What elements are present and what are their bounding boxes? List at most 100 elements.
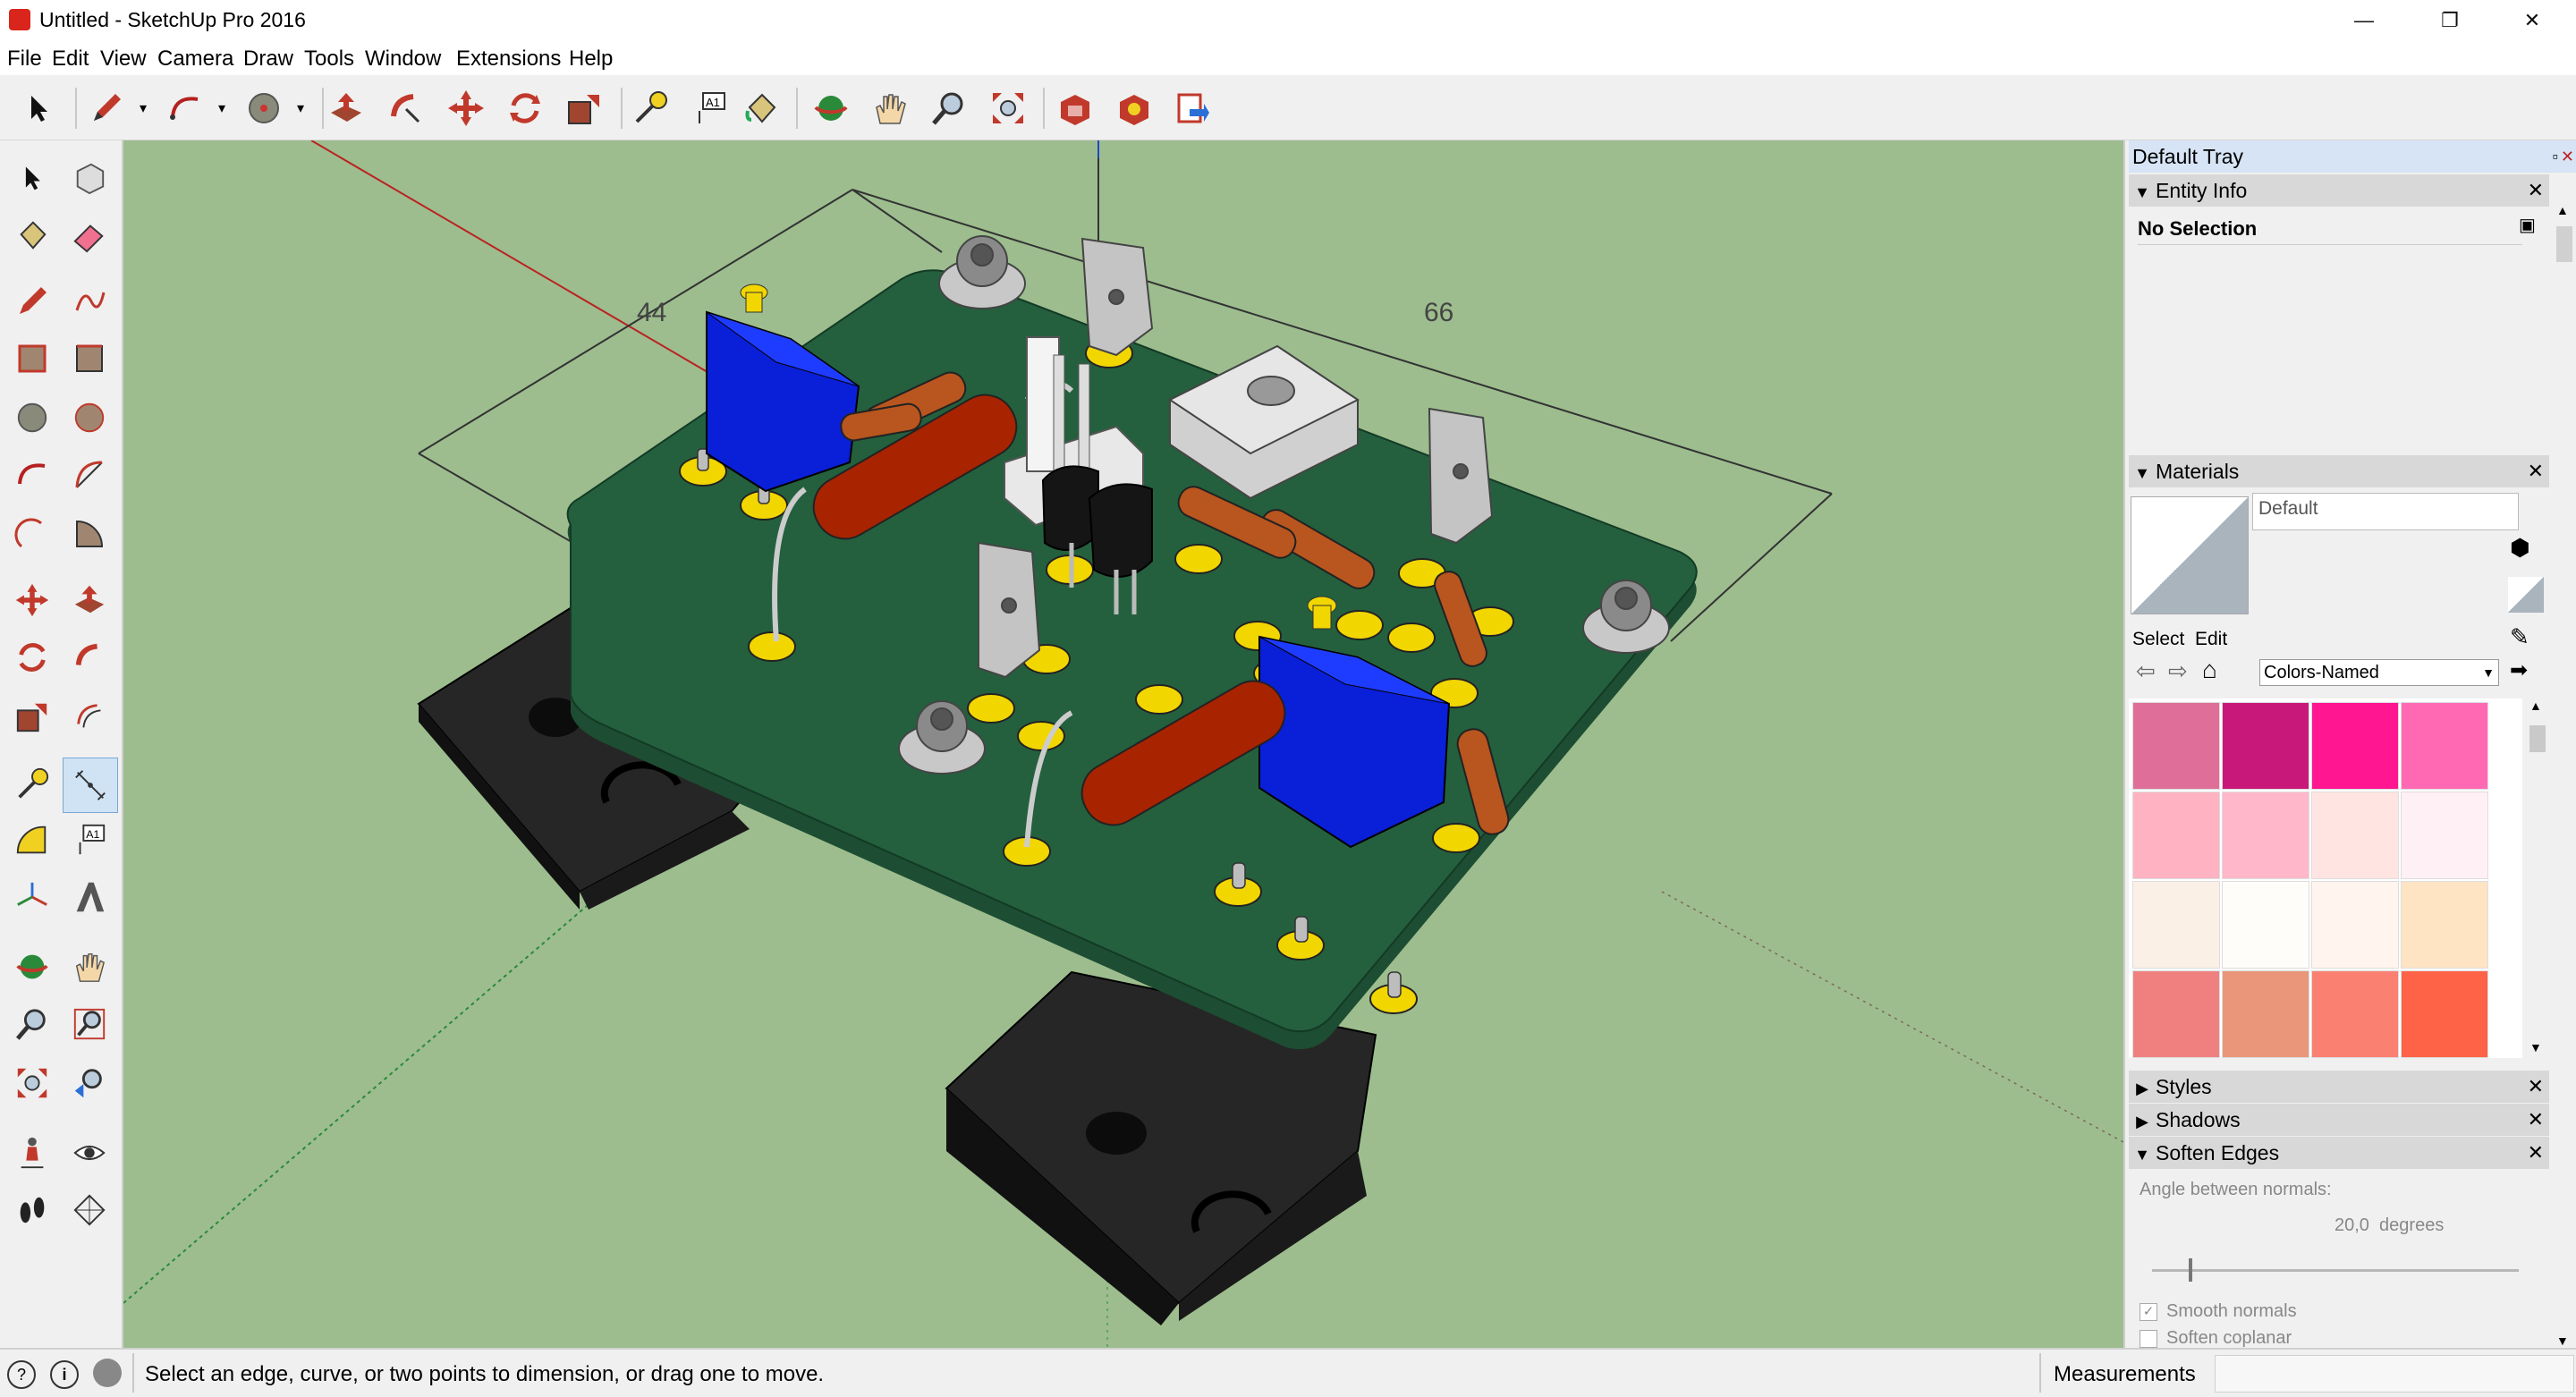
geo-location-icon[interactable]: ? bbox=[7, 1360, 36, 1389]
offset-icon[interactable] bbox=[63, 690, 116, 743]
dimension-icon[interactable] bbox=[63, 758, 118, 813]
menu-camera[interactable]: Camera bbox=[157, 45, 233, 73]
freehand-icon[interactable] bbox=[63, 275, 116, 328]
orbit-icon[interactable] bbox=[807, 84, 855, 132]
forward-arrow-icon[interactable]: ⇨ bbox=[2168, 657, 2188, 685]
home-icon[interactable]: ⌂ bbox=[2202, 656, 2217, 684]
material-swatch[interactable] bbox=[2401, 792, 2488, 879]
select-icon[interactable] bbox=[14, 84, 63, 132]
pan-icon[interactable] bbox=[63, 940, 116, 994]
circle-icon[interactable] bbox=[240, 84, 288, 132]
chevron-up-icon[interactable]: ▲ bbox=[2556, 203, 2569, 217]
restore-button[interactable]: ❐ bbox=[2415, 0, 2485, 41]
arc-icon[interactable] bbox=[161, 84, 209, 132]
material-swatch[interactable] bbox=[2311, 970, 2399, 1058]
menu-window[interactable]: Window bbox=[365, 45, 441, 73]
zoom-window-icon[interactable] bbox=[63, 997, 116, 1051]
materials-header[interactable]: ▼ Materials ✕ bbox=[2129, 455, 2549, 487]
chevron-down-icon[interactable]: ▾ bbox=[290, 84, 311, 132]
paint-bucket-icon[interactable] bbox=[737, 84, 785, 132]
make-component-icon[interactable] bbox=[63, 151, 116, 205]
material-swatch[interactable] bbox=[2132, 881, 2220, 969]
close-button[interactable]: ✕ bbox=[2497, 0, 2567, 41]
axes-icon[interactable] bbox=[5, 870, 59, 924]
material-swatch[interactable] bbox=[2401, 702, 2488, 790]
material-name-field[interactable]: Default bbox=[2252, 493, 2519, 530]
menu-help[interactable]: Help bbox=[569, 45, 613, 73]
pan-icon[interactable] bbox=[866, 84, 914, 132]
three-point-arc-icon[interactable] bbox=[5, 507, 59, 561]
close-icon[interactable]: ✕ bbox=[2561, 140, 2574, 173]
rectangle-icon[interactable] bbox=[5, 332, 59, 385]
menu-extensions[interactable]: Extensions bbox=[456, 45, 561, 73]
follow-me-icon[interactable] bbox=[381, 84, 429, 132]
close-icon[interactable]: ✕ bbox=[2528, 174, 2544, 207]
push-pull-icon[interactable] bbox=[63, 573, 116, 627]
tape-measure-icon[interactable] bbox=[626, 84, 674, 132]
toggle-details-icon[interactable]: ▣ bbox=[2519, 214, 2542, 241]
material-swatch[interactable] bbox=[2132, 792, 2220, 879]
move-icon[interactable] bbox=[5, 573, 59, 627]
section-plane-icon[interactable] bbox=[63, 1183, 116, 1237]
model-viewport[interactable]: 44 66 bbox=[123, 140, 2123, 1348]
zoom-extents-icon[interactable] bbox=[984, 84, 1032, 132]
follow-me-icon[interactable] bbox=[63, 631, 116, 684]
soften-coplanar-checkbox[interactable] bbox=[2140, 1330, 2157, 1348]
pencil-icon[interactable] bbox=[82, 84, 131, 132]
back-arrow-icon[interactable]: ⇦ bbox=[2136, 657, 2156, 685]
select-icon[interactable] bbox=[5, 151, 59, 205]
position-camera-icon[interactable] bbox=[5, 1126, 59, 1180]
chevron-up-icon[interactable]: ▲ bbox=[2529, 698, 2542, 713]
previous-view-icon[interactable] bbox=[63, 1056, 116, 1110]
text-icon[interactable]: A1 bbox=[685, 84, 733, 132]
menu-tools[interactable]: Tools bbox=[304, 45, 354, 73]
material-swatch[interactable] bbox=[2401, 970, 2488, 1058]
paint-bucket-icon[interactable] bbox=[5, 208, 59, 262]
angle-slider[interactable] bbox=[2152, 1258, 2519, 1282]
menu-view[interactable]: View bbox=[100, 45, 147, 73]
zoom-extents-icon[interactable] bbox=[5, 1056, 59, 1110]
shadows-header[interactable]: ▶ Shadows ✕ bbox=[2129, 1104, 2549, 1136]
material-swatch[interactable] bbox=[2222, 970, 2309, 1058]
material-library-select[interactable]: Colors-Named ▼ bbox=[2259, 659, 2499, 686]
move-icon[interactable] bbox=[442, 84, 490, 132]
tray-scrollbar[interactable]: ▲ ▼ bbox=[2555, 203, 2574, 1348]
menu-file[interactable]: File bbox=[7, 45, 42, 73]
chevron-down-icon[interactable]: ▾ bbox=[132, 84, 154, 132]
warehouse-icon[interactable] bbox=[1050, 84, 1098, 132]
pin-icon[interactable]: ▫ bbox=[2553, 140, 2558, 173]
tab-edit[interactable]: Edit bbox=[2195, 629, 2227, 650]
eyedropper-icon[interactable]: ✎ bbox=[2510, 623, 2529, 651]
circle-icon[interactable] bbox=[5, 391, 59, 444]
user-account-icon[interactable] bbox=[93, 1359, 122, 1387]
pie-icon[interactable] bbox=[63, 507, 116, 561]
close-icon[interactable]: ✕ bbox=[2528, 1137, 2544, 1169]
material-swatch[interactable] bbox=[2311, 881, 2399, 969]
material-swatch[interactable] bbox=[2311, 702, 2399, 790]
walk-icon[interactable] bbox=[5, 1183, 59, 1237]
material-swatch[interactable] bbox=[2222, 792, 2309, 879]
minimize-button[interactable]: — bbox=[2329, 0, 2399, 41]
3d-text-icon[interactable] bbox=[63, 870, 116, 924]
pencil-icon[interactable] bbox=[5, 275, 59, 328]
smooth-normals-checkbox[interactable]: ✓ bbox=[2140, 1303, 2157, 1321]
entity-info-header[interactable]: ▼ Entity Info ✕ bbox=[2129, 174, 2549, 207]
polygon-icon[interactable] bbox=[63, 391, 116, 444]
display-secondary-pane-icon[interactable] bbox=[2508, 577, 2544, 613]
menu-draw[interactable]: Draw bbox=[243, 45, 293, 73]
tab-select[interactable]: Select bbox=[2132, 629, 2184, 650]
look-around-icon[interactable] bbox=[63, 1126, 116, 1180]
extension-warehouse-icon[interactable] bbox=[1109, 84, 1157, 132]
two-point-arc-icon[interactable] bbox=[63, 448, 116, 502]
chevron-down-icon[interactable]: ▾ bbox=[211, 84, 233, 132]
model-canvas[interactable]: 44 66 bbox=[123, 140, 2123, 1348]
rotate-icon[interactable] bbox=[5, 631, 59, 684]
arc-icon[interactable] bbox=[5, 448, 59, 502]
protractor-icon[interactable] bbox=[5, 813, 59, 867]
orbit-icon[interactable] bbox=[5, 940, 59, 994]
material-swatch[interactable] bbox=[2222, 881, 2309, 969]
close-icon[interactable]: ✕ bbox=[2528, 455, 2544, 487]
scrollbar-thumb[interactable] bbox=[2529, 725, 2546, 752]
close-icon[interactable]: ✕ bbox=[2528, 1104, 2544, 1136]
details-arrow-icon[interactable]: ➡ bbox=[2510, 657, 2528, 683]
